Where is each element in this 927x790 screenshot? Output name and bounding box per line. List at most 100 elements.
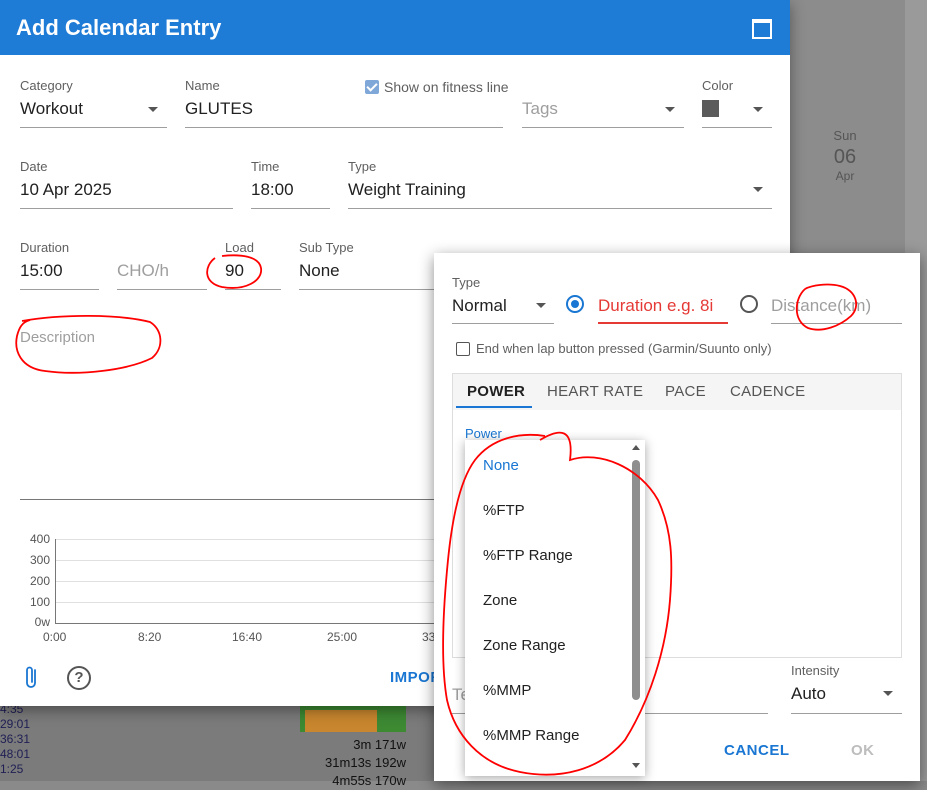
tab-cadence[interactable]: CADENCE: [730, 383, 805, 400]
dropdown-option-ftp-range[interactable]: %FTP Range: [483, 547, 573, 564]
chevron-down-icon[interactable]: [665, 107, 675, 112]
time-entry: 48:01: [0, 747, 31, 761]
date-label: Date: [20, 159, 48, 174]
stat-line: 3m 171w: [353, 737, 406, 752]
chart-y-axis: [55, 539, 56, 624]
category-select[interactable]: Workout: [20, 99, 83, 119]
dropdown-option-ftp[interactable]: %FTP: [483, 502, 525, 519]
type-select[interactable]: Weight Training: [348, 180, 466, 200]
tags-underline: [522, 127, 684, 128]
ok-button[interactable]: OK: [851, 742, 875, 759]
type-label: Type: [348, 159, 377, 174]
distance-radio[interactable]: [740, 295, 758, 313]
intensity-label: Intensity: [791, 663, 840, 678]
description-textarea[interactable]: Description: [20, 329, 95, 346]
y-tick-label: 100: [29, 595, 50, 609]
chevron-down-icon[interactable]: [753, 107, 763, 112]
dropdown-option-zone[interactable]: Zone: [483, 592, 517, 609]
intensity-select[interactable]: Auto: [791, 684, 826, 704]
active-tab-indicator: [456, 406, 532, 408]
dialog-header: Add Calendar Entry: [0, 0, 790, 55]
name-input[interactable]: GLUTES: [185, 99, 253, 119]
intensity-underline: [791, 713, 902, 714]
end-lap-label: End when lap button pressed (Garmin/Suun…: [476, 341, 772, 356]
tab-pace[interactable]: PACE: [665, 383, 706, 400]
cancel-button[interactable]: CANCEL: [724, 742, 790, 759]
load-label: Load: [225, 240, 254, 255]
subtype-underline: [299, 289, 434, 290]
calendar-day-header[interactable]: Sun 06 Apr: [820, 128, 870, 183]
day-number: 06: [833, 146, 857, 168]
tab-heart-rate[interactable]: HEART RATE: [547, 383, 643, 400]
duration-error-underline: [598, 322, 728, 324]
stat-line: 4m55s 170w: [332, 773, 406, 788]
step-type-label: Type: [452, 275, 481, 290]
scroll-up-arrow[interactable]: [632, 445, 640, 450]
tab-power[interactable]: POWER: [467, 383, 525, 400]
weekday-label: Sun: [833, 128, 857, 143]
y-tick-label: 400: [29, 532, 50, 546]
date-underline: [20, 208, 233, 209]
dialog-title: Add Calendar Entry: [16, 15, 222, 40]
y-tick-label: 300: [29, 553, 50, 567]
maximize-icon[interactable]: [752, 19, 772, 39]
y-tick-label: 0w: [34, 615, 50, 629]
cho-underline: [117, 289, 207, 290]
y-tick-label: 200: [29, 574, 50, 588]
duration-label: Duration: [20, 240, 70, 255]
duration-underline: [20, 289, 99, 290]
x-tick-label: 8:20: [138, 630, 162, 644]
chevron-down-icon[interactable]: [148, 107, 158, 112]
category-underline: [20, 127, 167, 128]
workout-block-bar: [305, 710, 377, 732]
date-input[interactable]: 10 Apr 2025: [20, 180, 112, 200]
description-underline: [20, 499, 434, 500]
chevron-down-icon[interactable]: [883, 691, 893, 696]
dropdown-option-zone-range[interactable]: Zone Range: [483, 637, 566, 654]
type-underline: [348, 208, 772, 209]
help-icon[interactable]: ?: [67, 666, 91, 690]
end-lap-checkbox[interactable]: [456, 342, 470, 356]
power-label: Power: [465, 426, 502, 441]
x-tick-label: 16:40: [232, 630, 263, 644]
chart-gridline: [55, 581, 434, 582]
dropdown-option-mmp-range[interactable]: %MMP Range: [483, 727, 579, 744]
color-label: Color: [702, 78, 734, 93]
time-entry: 1:25: [0, 762, 24, 776]
month-label: Apr: [835, 169, 855, 183]
cho-input[interactable]: CHO/h: [117, 261, 169, 281]
duration-input[interactable]: 15:00: [20, 261, 63, 281]
subtype-select[interactable]: None: [299, 261, 340, 281]
color-swatch[interactable]: [702, 100, 719, 117]
dropdown-option-none[interactable]: None: [483, 457, 519, 474]
time-label: Time: [251, 159, 280, 174]
color-underline: [702, 127, 772, 128]
name-label: Name: [185, 78, 220, 93]
stat-line: 31m13s 192w: [325, 755, 406, 770]
chevron-down-icon[interactable]: [536, 303, 546, 308]
time-entry: 36:31: [0, 732, 31, 746]
workout-block[interactable]: [300, 706, 406, 732]
x-tick-label: 25:00: [327, 630, 358, 644]
tags-select[interactable]: Tags: [522, 99, 558, 119]
chart-gridline: [55, 602, 434, 603]
distance-input[interactable]: Distance(km): [771, 296, 871, 316]
category-label: Category: [20, 78, 73, 93]
dropdown-option-mmp[interactable]: %MMP: [483, 682, 531, 699]
dropdown-scrollbar-thumb[interactable]: [632, 460, 640, 700]
duration-radio[interactable]: [566, 295, 584, 313]
show-fitness-checkbox[interactable]: [365, 80, 379, 94]
subtype-label: Sub Type: [299, 240, 354, 255]
time-underline: [251, 208, 330, 209]
load-input[interactable]: 90: [225, 261, 244, 281]
chart-gridline: [55, 560, 434, 561]
workout-block-stats: 3m 171w 31m13s 192w 4m55s 170w: [300, 736, 406, 790]
duration-step-input[interactable]: Duration e.g. 8i: [598, 296, 713, 316]
step-type-select[interactable]: Normal: [452, 296, 507, 316]
power-dropdown-list: None %FTP %FTP Range Zone Zone Range %MM…: [465, 440, 645, 776]
scroll-down-arrow[interactable]: [632, 763, 640, 768]
paperclip-icon[interactable]: [24, 664, 40, 690]
time-input[interactable]: 18:00: [251, 180, 294, 200]
step-type-underline: [452, 323, 554, 324]
chevron-down-icon[interactable]: [753, 187, 763, 192]
